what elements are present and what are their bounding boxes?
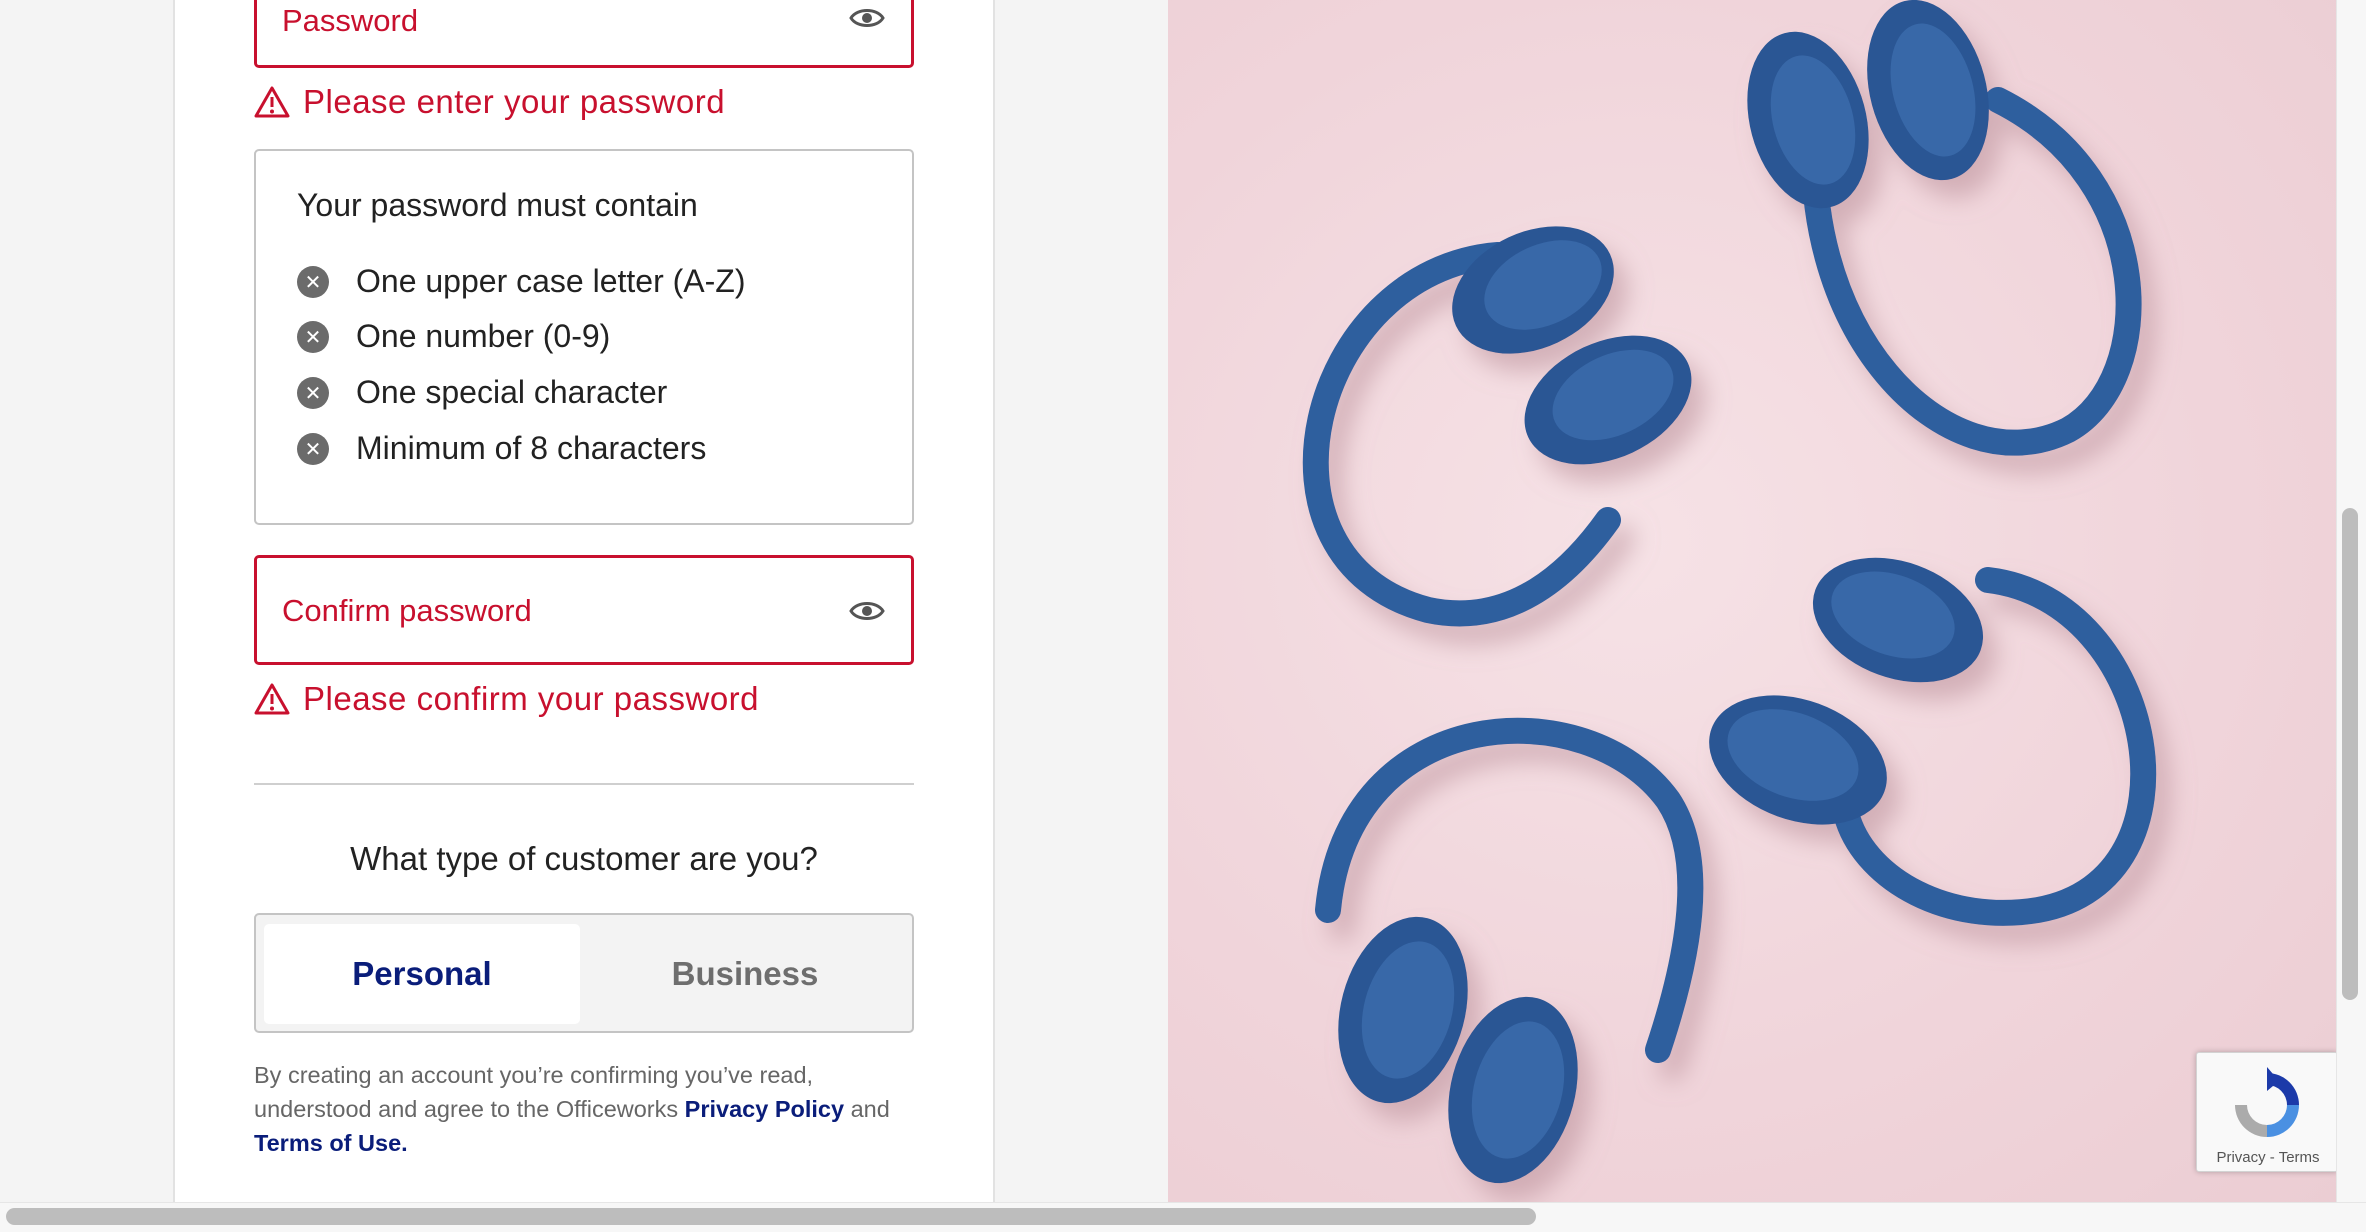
recaptcha-badge[interactable]: Privacy - Terms — [2196, 1052, 2338, 1172]
requirements-title: Your password must contain — [297, 187, 698, 223]
recaptcha-privacy-link[interactable]: Privacy — [2216, 1149, 2265, 1166]
password-error-message: Please enter your password — [254, 83, 725, 121]
password-error-text: Please enter your password — [303, 83, 726, 120]
password-field[interactable]: Password — [254, 0, 914, 68]
confirm-password-error-message: Please confirm your password — [254, 680, 759, 718]
recaptcha-terms-link[interactable]: Terms — [2279, 1149, 2320, 1166]
headphones-illustration — [1302, 0, 2157, 1184]
headphones-icon — [1709, 557, 2157, 926]
requirement-item: ✕ One number (0-9) — [297, 318, 610, 355]
headphones-icon — [1747, 0, 2142, 456]
terms-of-use-link[interactable]: Terms of Use. — [254, 1130, 408, 1156]
requirement-text: Minimum of 8 characters — [356, 430, 707, 466]
customer-type-toggle: Personal Business — [254, 913, 914, 1033]
headphones-hero-image — [1168, 0, 2336, 1202]
business-option-button[interactable]: Business — [587, 924, 903, 1024]
warning-icon — [254, 86, 290, 118]
warning-icon — [254, 683, 290, 715]
legal-and: and — [850, 1096, 890, 1122]
recaptcha-icon — [2235, 1067, 2299, 1137]
password-field-label: Password — [282, 3, 419, 38]
vertical-scrollbar-thumb[interactable] — [2342, 508, 2358, 1000]
show-password-eye-icon[interactable] — [849, 3, 885, 33]
divider — [254, 783, 914, 785]
signup-form-panel: Password Please enter your password Your… — [173, 0, 995, 1202]
recaptcha-separator: - — [2269, 1149, 2275, 1166]
show-confirm-password-eye-icon[interactable] — [849, 596, 885, 626]
personal-option-button[interactable]: Personal — [264, 924, 580, 1024]
confirm-password-error-text: Please confirm your password — [303, 680, 760, 717]
requirement-text: One number (0-9) — [356, 318, 611, 354]
requirement-text: One upper case letter (A-Z) — [356, 263, 746, 299]
requirement-item: ✕ Minimum of 8 characters — [297, 430, 706, 467]
headphones-icon — [1302, 226, 1692, 627]
recaptcha-links: Privacy - Terms — [2197, 1149, 2339, 1166]
requirement-item: ✕ One upper case letter (A-Z) — [297, 263, 745, 300]
x-circle-icon: ✕ — [297, 320, 329, 353]
x-circle-icon: ✕ — [297, 432, 329, 465]
requirement-text: One special character — [356, 374, 668, 410]
customer-type-question: What type of customer are you? — [350, 840, 818, 877]
headphones-icon — [1315, 717, 1704, 1184]
confirm-password-field[interactable]: Confirm password — [254, 555, 914, 665]
horizontal-scrollbar-thumb[interactable] — [6, 1208, 1536, 1225]
password-requirements-box: Your password must contain ✕ One upper c… — [254, 149, 914, 525]
legal-disclaimer: By creating an account you’re confirming… — [254, 1058, 934, 1160]
privacy-policy-link[interactable]: Privacy Policy — [685, 1096, 844, 1122]
requirement-item: ✕ One special character — [297, 374, 667, 411]
x-circle-icon: ✕ — [297, 376, 329, 409]
x-circle-icon: ✕ — [297, 265, 329, 298]
confirm-password-field-label: Confirm password — [282, 593, 532, 628]
